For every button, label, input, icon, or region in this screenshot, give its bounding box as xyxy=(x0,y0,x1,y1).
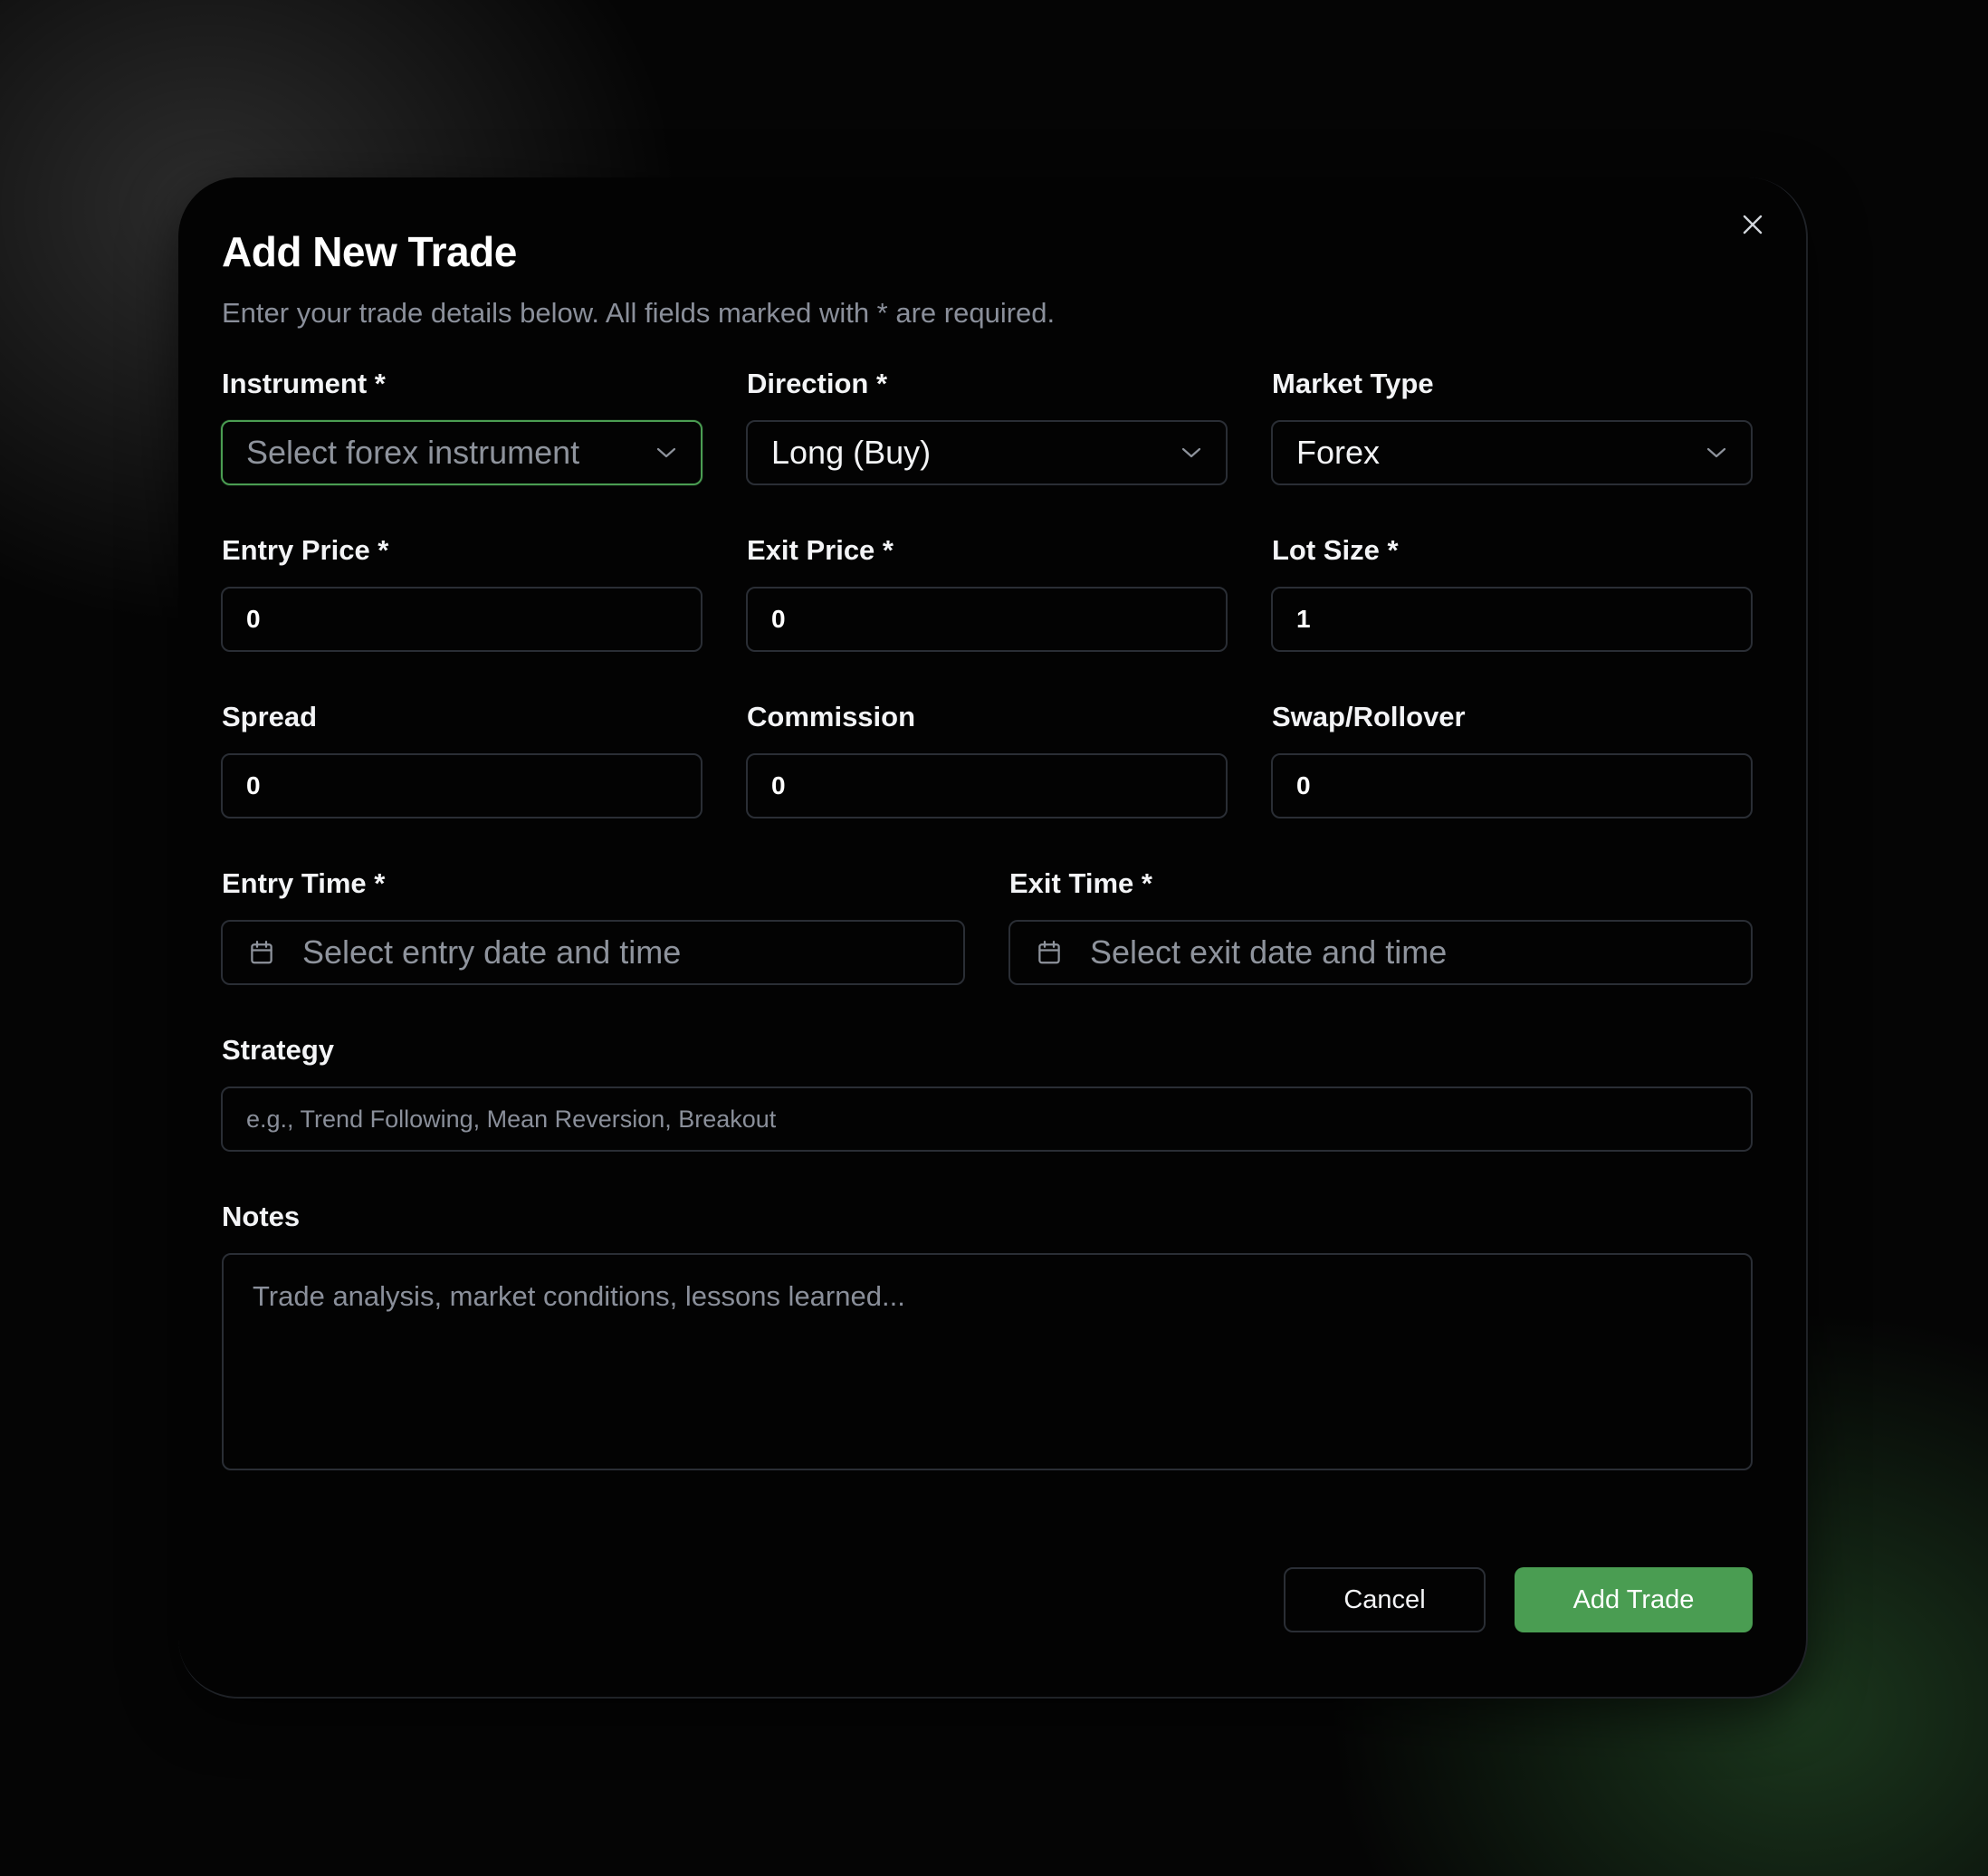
commission-input[interactable] xyxy=(748,755,1226,817)
chevron-down-icon xyxy=(1181,447,1201,458)
direction-select[interactable]: Long (Buy) xyxy=(746,420,1228,485)
entry-price-input[interactable] xyxy=(223,589,701,650)
cancel-button[interactable]: Cancel xyxy=(1284,1567,1486,1632)
notes-label: Notes xyxy=(222,1201,301,1232)
spread-field[interactable] xyxy=(221,753,702,818)
lot-size-input[interactable] xyxy=(1273,589,1751,650)
close-button[interactable] xyxy=(1733,205,1773,244)
swap-rollover-field[interactable] xyxy=(1271,753,1753,818)
market-type-select-value: Forex xyxy=(1296,434,1381,471)
notes-field[interactable] xyxy=(222,1253,1753,1470)
add-trade-button[interactable]: Add Trade xyxy=(1515,1567,1753,1632)
commission-label: Commission xyxy=(747,701,916,732)
instrument-select[interactable]: Select forex instrument xyxy=(221,420,702,485)
entry-price-field[interactable] xyxy=(221,587,702,652)
notes-textarea[interactable] xyxy=(253,1280,1722,1443)
calendar-icon xyxy=(1038,941,1060,964)
lot-size-field[interactable] xyxy=(1271,587,1753,652)
exit-price-label: Exit Price * xyxy=(747,534,894,566)
strategy-field[interactable] xyxy=(221,1086,1753,1152)
market-type-select[interactable]: Forex xyxy=(1271,420,1753,485)
entry-time-picker[interactable]: Select entry date and time xyxy=(221,920,965,985)
chevron-down-icon xyxy=(656,447,676,458)
entry-price-label: Entry Price * xyxy=(222,534,389,566)
chevron-down-icon xyxy=(1706,447,1726,458)
market-type-label: Market Type xyxy=(1272,368,1434,399)
instrument-label: Instrument * xyxy=(222,368,386,399)
swap-rollover-label: Swap/Rollover xyxy=(1272,701,1466,732)
entry-time-placeholder: Select entry date and time xyxy=(302,933,682,971)
commission-field[interactable] xyxy=(746,753,1228,818)
spread-label: Spread xyxy=(222,701,318,732)
dialog-title: Add New Trade xyxy=(222,228,517,275)
calendar-icon xyxy=(251,941,272,964)
exit-price-field[interactable] xyxy=(746,587,1228,652)
strategy-label: Strategy xyxy=(222,1034,335,1066)
entry-time-label: Entry Time * xyxy=(222,867,386,899)
direction-select-value: Long (Buy) xyxy=(771,434,932,471)
swap-rollover-input[interactable] xyxy=(1273,755,1751,817)
exit-time-picker[interactable]: Select exit date and time xyxy=(1008,920,1753,985)
spread-input[interactable] xyxy=(223,755,701,817)
direction-label: Direction * xyxy=(747,368,888,399)
exit-price-input[interactable] xyxy=(748,589,1226,650)
lot-size-label: Lot Size * xyxy=(1272,534,1399,566)
exit-time-placeholder: Select exit date and time xyxy=(1090,933,1448,971)
instrument-select-placeholder: Select forex instrument xyxy=(246,434,580,471)
strategy-input[interactable] xyxy=(223,1088,1751,1150)
dialog-subtitle: Enter your trade details below. All fiel… xyxy=(222,297,1056,329)
close-icon xyxy=(1743,215,1763,234)
exit-time-label: Exit Time * xyxy=(1009,867,1152,899)
